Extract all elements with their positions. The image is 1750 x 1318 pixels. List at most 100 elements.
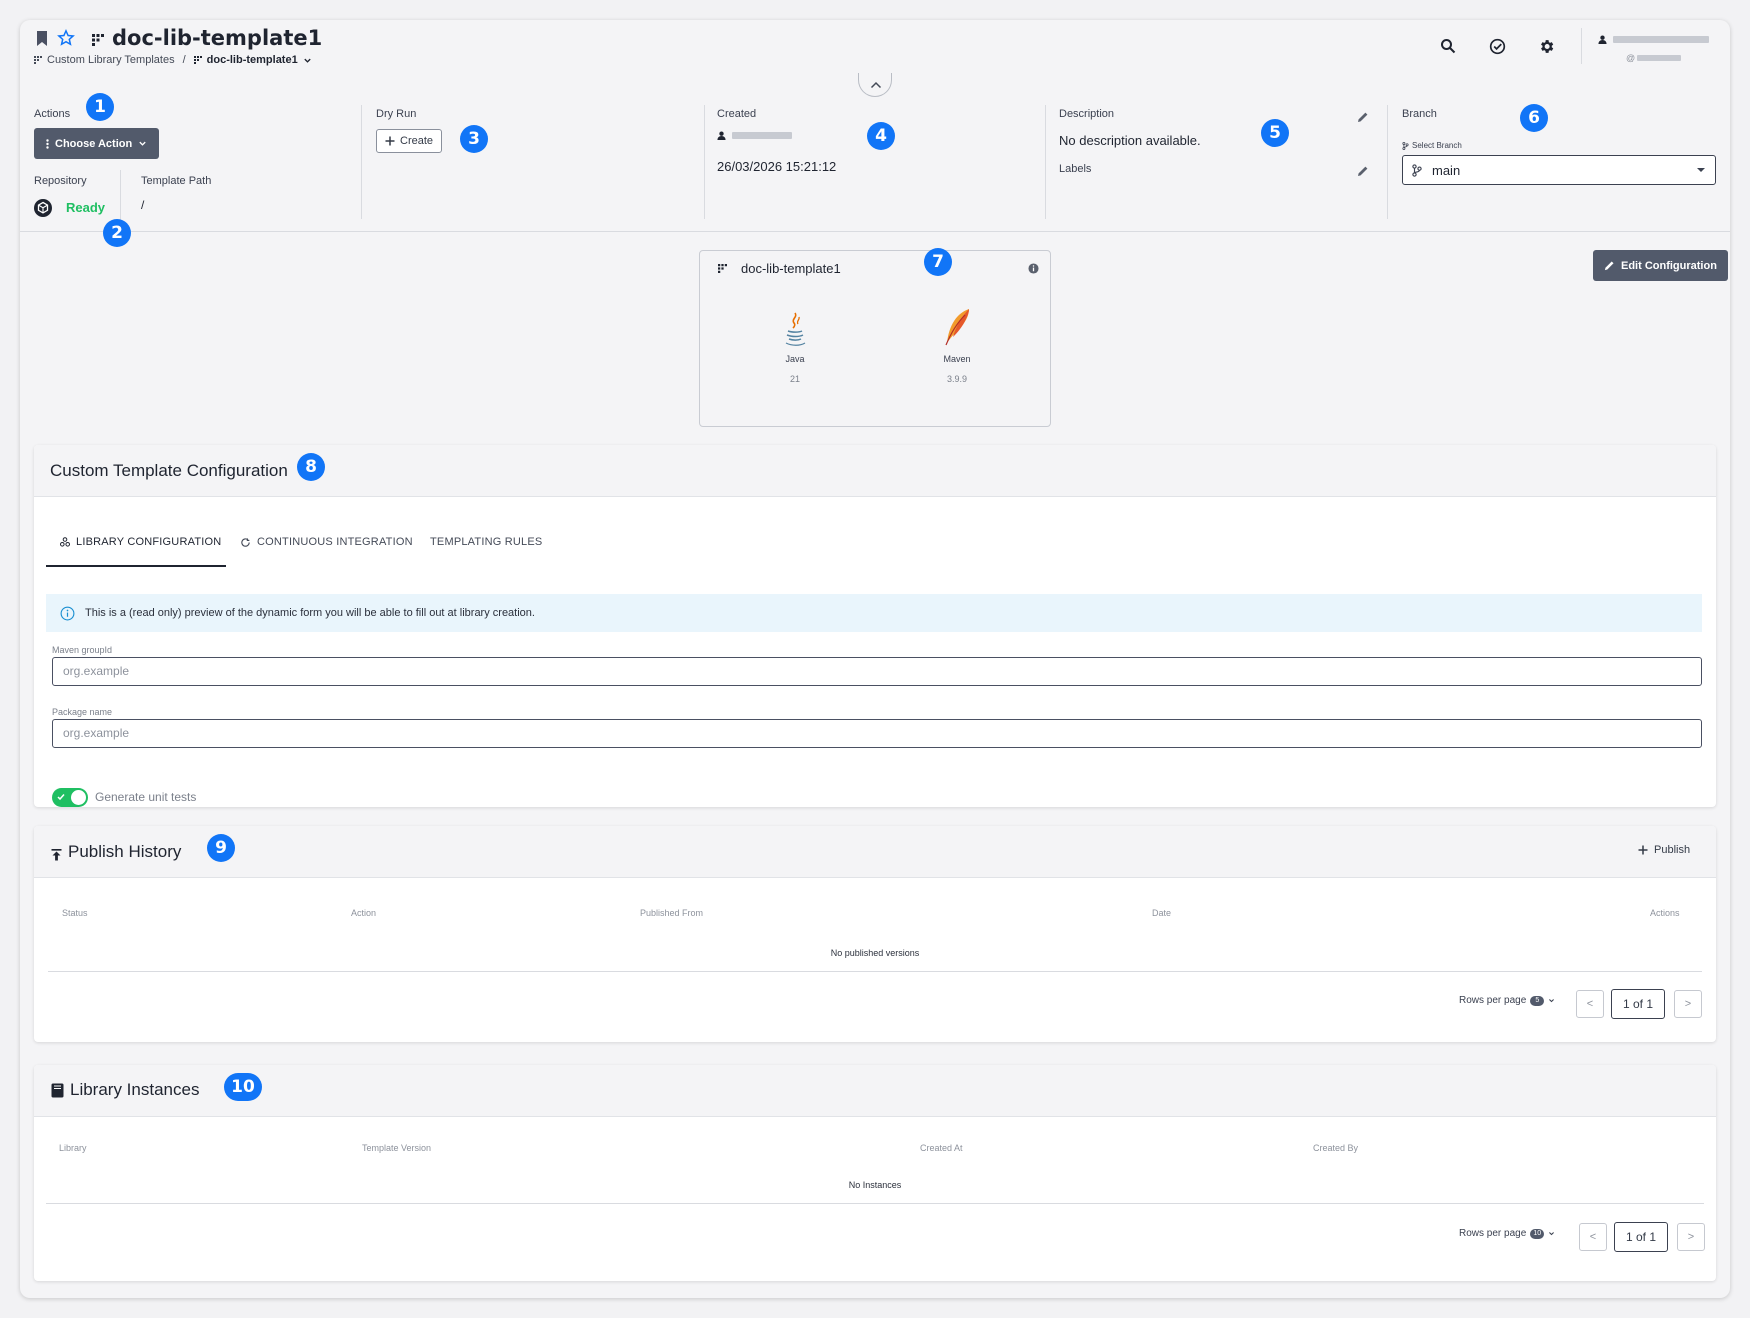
user-name-redacted: [1613, 36, 1709, 43]
edit-description-icon[interactable]: [1357, 110, 1369, 128]
section-divider: [704, 105, 705, 219]
next-page-button[interactable]: >: [1677, 1223, 1705, 1251]
breadcrumb: Custom Library Templates / doc-lib-templ…: [34, 54, 312, 66]
generate-unit-tests-label: Generate unit tests: [95, 790, 197, 804]
library-instances-empty: No Instances: [848, 1180, 902, 1190]
java-logo-icon: [780, 311, 810, 352]
bookmark-icon[interactable]: [36, 31, 48, 51]
chevron-down-icon: [139, 141, 146, 146]
annotation-marker-9: 9: [207, 834, 235, 862]
breadcrumb-parent-link[interactable]: Custom Library Templates: [47, 54, 175, 66]
more-vert-icon: [46, 138, 49, 149]
column-header-library: Library: [59, 1143, 87, 1153]
rows-per-page-label: Rows per page: [1459, 1228, 1527, 1239]
library-instances-header: [34, 1065, 1716, 1117]
task-check-icon[interactable]: [1489, 38, 1506, 60]
table-footer-divider: [46, 1203, 1704, 1204]
created-by: [717, 131, 792, 140]
publish-button[interactable]: Publish: [1638, 844, 1690, 856]
pencil-icon: [1604, 261, 1614, 271]
section-divider: [361, 105, 362, 219]
info-outline-icon: [60, 606, 75, 620]
chevron-down-icon: [1549, 999, 1555, 1003]
tab-templating-rules-label: TEMPLATING RULES: [430, 536, 543, 548]
actions-label: Actions: [34, 108, 71, 120]
user-menu[interactable]: [1598, 35, 1709, 44]
column-header-action: Action: [351, 908, 377, 918]
star-icon[interactable]: [57, 29, 75, 52]
package-name-field[interactable]: org.example: [52, 719, 1702, 748]
header-divider: [1581, 28, 1582, 64]
maven-groupid-label: Maven groupId: [52, 645, 113, 655]
repository-status: Ready: [66, 200, 106, 215]
next-page-button[interactable]: >: [1674, 990, 1702, 1018]
configuration-card: Custom Template Configuration LIBRARY CO…: [34, 445, 1716, 807]
dry-run-create-button[interactable]: Create: [376, 129, 443, 153]
rows-per-page-label: Rows per page: [1459, 995, 1527, 1006]
page-header: doc-lib-template1 Custom Library Templat…: [20, 20, 1730, 80]
annotation-marker-7: 7: [924, 248, 952, 276]
breadcrumb-current[interactable]: doc-lib-template1: [207, 54, 298, 66]
edit-labels-icon[interactable]: [1357, 164, 1369, 182]
branch-select-value: main: [1432, 162, 1461, 178]
select-branch-text: Select Branch: [1412, 141, 1462, 150]
created-by-redacted: [732, 132, 792, 139]
repository-divider: [120, 170, 121, 220]
column-header-published-from: Published From: [640, 908, 704, 918]
column-header-created-at: Created At: [920, 1143, 963, 1153]
tab-continuous-integration-label: CONTINUOUS INTEGRATION: [257, 536, 413, 548]
created-date: 26/03/2026 15:21:12: [717, 159, 837, 174]
template-card: doc-lib-template1 Java 21 Maven 3.9.9: [699, 250, 1051, 427]
template-grid-icon: [92, 33, 104, 51]
toggle-knob: [71, 790, 86, 805]
tech-version-java: 21: [789, 374, 800, 384]
tech-version-maven: 3.9.9: [946, 374, 968, 384]
column-header-created-by: Created By: [1313, 1143, 1359, 1153]
rows-per-page[interactable]: Rows per page 10: [1459, 1228, 1555, 1239]
tab-library-configuration-label: LIBRARY CONFIGURATION: [76, 536, 222, 548]
package-name-label: Package name: [52, 707, 113, 717]
choose-action-button[interactable]: Choose Action: [34, 128, 160, 159]
publish-upload-icon: [51, 848, 62, 866]
choose-action-label: Choose Action: [55, 137, 133, 150]
library-config-icon: [60, 537, 70, 547]
edit-configuration-label: Edit Configuration: [1621, 259, 1717, 272]
template-grid-icon: [718, 264, 727, 273]
rows-per-page[interactable]: Rows per page 5: [1459, 995, 1555, 1006]
user-handle: @: [1626, 53, 1682, 63]
tech-name-java: Java: [785, 354, 805, 364]
template-path-value: /: [141, 198, 145, 212]
select-branch-label: Select Branch: [1402, 141, 1462, 150]
maven-groupid-field[interactable]: org.example: [52, 657, 1702, 686]
section-divider: [1387, 105, 1388, 219]
prev-page-button[interactable]: <: [1576, 990, 1604, 1018]
column-header-date: Date: [1152, 908, 1172, 918]
dry-run-create-label: Create: [400, 135, 434, 147]
chevron-down-icon: [1549, 1232, 1555, 1236]
info-icon[interactable]: [1028, 261, 1039, 279]
tab-templating-rules[interactable]: TEMPLATING RULES: [430, 536, 542, 548]
breadcrumb-separator: /: [182, 54, 186, 66]
template-grid-icon: [193, 56, 202, 64]
page-indicator: 1 of 1: [1614, 1222, 1668, 1252]
generate-unit-tests-toggle[interactable]: [52, 788, 88, 807]
publish-history-header: [34, 826, 1716, 878]
maven-feather-icon: [941, 307, 973, 352]
user-icon: [717, 131, 726, 140]
branch-select[interactable]: main: [1402, 155, 1716, 185]
library-instances-title: Library Instances: [70, 1080, 200, 1099]
info-bar-divider: [20, 231, 1730, 232]
column-header-template-version: Template Version: [362, 1143, 432, 1153]
active-tab-indicator: [46, 565, 226, 567]
git-branch-icon: [1412, 163, 1422, 177]
chevron-down-icon[interactable]: [303, 56, 312, 65]
search-icon[interactable]: [1440, 38, 1456, 59]
prev-page-button[interactable]: <: [1579, 1223, 1607, 1251]
gear-icon[interactable]: [1538, 38, 1555, 60]
tab-continuous-integration[interactable]: CONTINUOUS INTEGRATION: [240, 536, 413, 548]
edit-configuration-button[interactable]: Edit Configuration: [1593, 250, 1728, 281]
dry-run-label: Dry Run: [376, 108, 417, 120]
collapse-toggle[interactable]: [858, 73, 892, 97]
configuration-title: Custom Template Configuration: [50, 461, 288, 480]
tab-library-configuration[interactable]: LIBRARY CONFIGURATION: [60, 536, 221, 548]
